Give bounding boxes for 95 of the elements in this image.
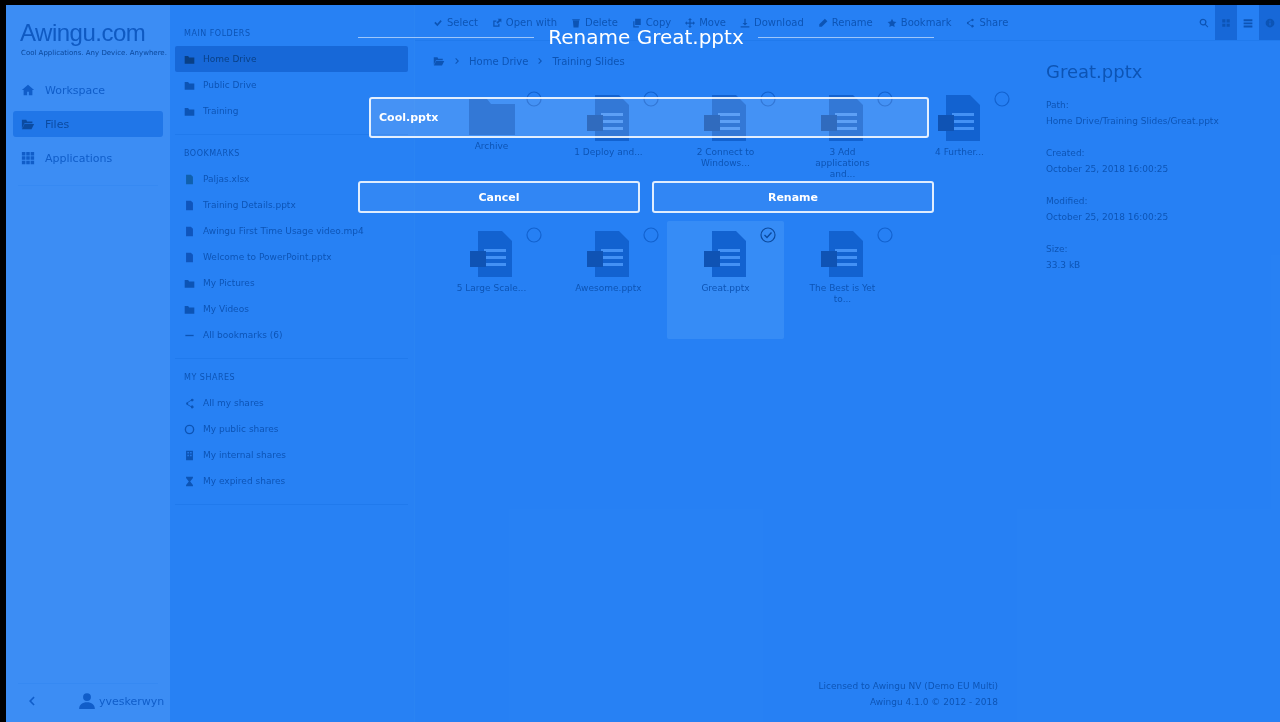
folder-item[interactable]: My internal shares [175, 442, 295, 468]
circle-icon[interactable] [877, 91, 893, 107]
rename-button[interactable]: Rename [652, 181, 934, 213]
file-name[interactable]: 5 Large Scale... [455, 283, 528, 294]
folder-item[interactable]: Training Details.pptx [175, 192, 305, 218]
check-icon [433, 17, 443, 28]
toolbar-button[interactable]: Download [740, 17, 804, 28]
grid-icon [1221, 17, 1231, 28]
folder-item[interactable]: My Videos [175, 296, 258, 322]
breadcrumb-link[interactable]: Home Drive [469, 55, 529, 67]
file-name[interactable]: 2 Connect to Windows... [689, 147, 762, 169]
chevron-right-icon [536, 57, 545, 65]
file-name[interactable]: 1 Deploy and... [572, 147, 645, 158]
tool-button[interactable] [1215, 5, 1237, 40]
list-icon [1243, 17, 1253, 28]
user-icon [78, 692, 96, 710]
document-icon [184, 225, 195, 237]
folder-icon [184, 79, 195, 91]
file-name[interactable]: Archive [455, 141, 528, 152]
document-icon [820, 95, 865, 141]
section-heading: BOOKMARKS [183, 148, 241, 160]
detail-value: October 25, 2018 16:00:25 [1046, 212, 1169, 222]
circle-icon[interactable] [760, 91, 776, 107]
document-icon [820, 231, 865, 277]
folder-icon [184, 303, 195, 315]
share-icon [965, 17, 976, 28]
section-heading: MAIN FOLDERS [183, 28, 252, 40]
detail-label: Modified: [1046, 196, 1088, 206]
detail-value: Home Drive/Training Slides/Great.pptx [1046, 116, 1219, 126]
nav-item[interactable]: Files [13, 111, 163, 137]
star-icon [886, 17, 897, 28]
pencil-icon [817, 17, 828, 28]
document-icon [586, 231, 631, 277]
external-link-icon [491, 17, 502, 28]
hourglass-icon [184, 475, 195, 487]
toolbar-button[interactable]: Select [433, 17, 478, 28]
document-icon [586, 95, 631, 141]
folder-item[interactable]: Awingu First Time Usage video.mp4 [175, 218, 373, 244]
toolbar-button[interactable]: Delete [570, 17, 618, 28]
trash-icon [570, 17, 581, 28]
share-icon [184, 397, 195, 409]
section-heading: MY SHARES [183, 372, 237, 384]
file-name[interactable]: Awesome.pptx [572, 283, 645, 294]
breadcrumb-link[interactable]: Training Slides [552, 55, 625, 67]
selected-file-tile[interactable]: Great.pptx [667, 221, 784, 339]
building-icon [184, 449, 195, 461]
detail-value: October 25, 2018 16:00:25 [1046, 164, 1169, 174]
folder-item[interactable]: All bookmarks (6) [175, 322, 292, 348]
detail-label: Size: [1046, 244, 1068, 254]
cancel-button[interactable]: Cancel [358, 181, 640, 213]
copy-icon [631, 17, 642, 28]
folder-icon [184, 53, 195, 65]
folder-icon [21, 117, 35, 131]
folder-icon [184, 277, 195, 289]
document-icon [184, 199, 195, 211]
file-name[interactable]: 4 Further... [923, 147, 996, 158]
toolbar-button[interactable]: Share [965, 17, 1009, 28]
search-icon [1199, 17, 1209, 28]
details-title: Great.pptx [1046, 61, 1143, 82]
detail-label: Path: [1046, 100, 1069, 110]
document-icon [469, 231, 514, 277]
folder-icon [184, 105, 195, 117]
file-name[interactable]: Great.pptx [689, 283, 762, 294]
folder-item[interactable]: Welcome to PowerPoint.pptx [175, 244, 341, 270]
folder-item[interactable]: All my shares [175, 390, 273, 416]
folder-icon [433, 55, 445, 67]
toolbar-button[interactable]: Bookmark [886, 17, 952, 28]
folder-item[interactable]: Public Drive [175, 72, 266, 98]
document-icon [703, 95, 748, 141]
detail-value: 33.3 kB [1046, 260, 1081, 270]
toolbar-button[interactable]: Open with [491, 17, 557, 28]
folder-item[interactable]: My Pictures [175, 270, 264, 296]
document-icon [184, 173, 195, 185]
folder-item[interactable]: Training [175, 98, 248, 124]
folder-item[interactable]: Home Drive [175, 46, 408, 72]
grid-icon [21, 151, 35, 165]
folder-item[interactable]: My public shares [175, 416, 288, 442]
checked-circle-icon[interactable] [760, 227, 776, 243]
document-icon [184, 251, 195, 263]
info-icon [1265, 17, 1275, 28]
document-icon [937, 95, 982, 141]
detail-label: Created: [1046, 148, 1085, 158]
house-icon [21, 83, 35, 97]
move-arrows-icon [685, 17, 696, 28]
document-icon [703, 231, 748, 277]
download-icon [740, 17, 751, 28]
folder-item[interactable]: My expired shares [175, 468, 295, 494]
name-input-field[interactable]: Cool.pptx [369, 97, 929, 138]
toolbar-button[interactable]: Rename [817, 17, 873, 28]
chevron-right-icon [453, 57, 461, 65]
tool-button[interactable] [1259, 5, 1280, 40]
circle-icon[interactable] [526, 91, 542, 107]
footer-text: Awingu 4.1.0 © 2012 - 2018 [869, 696, 998, 709]
folder-item[interactable]: Paljas.xlsx [175, 166, 259, 192]
circle-icon[interactable] [643, 91, 659, 107]
